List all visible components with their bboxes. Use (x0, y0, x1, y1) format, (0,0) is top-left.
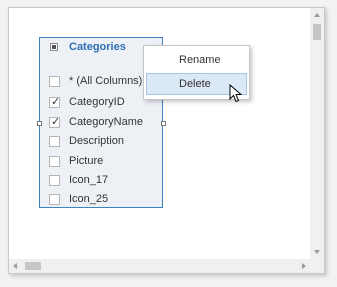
table-title: Categories (69, 41, 126, 53)
checkbox-icon-25[interactable] (49, 194, 60, 205)
checkmark-icon: ✓ (51, 116, 61, 128)
vertical-scrollbar[interactable] (310, 8, 324, 259)
checkbox-icon-17[interactable] (49, 175, 60, 186)
field-label: Icon_25 (69, 193, 109, 205)
checkbox-all-columns[interactable] (49, 76, 60, 87)
vertical-scroll-thumb[interactable] (313, 24, 321, 40)
horizontal-scrollbar[interactable] (9, 259, 310, 273)
select-all-toggle[interactable] (50, 43, 58, 51)
scroll-left-icon[interactable] (13, 263, 17, 269)
checkbox-categoryname[interactable]: ✓ (49, 116, 61, 128)
scroll-up-icon[interactable] (314, 13, 320, 17)
field-label: Picture (69, 155, 104, 167)
field-label: Icon_17 (69, 174, 109, 186)
field-row-description[interactable]: Description (40, 133, 162, 151)
field-label: * (All Columns) (69, 75, 143, 87)
field-label: CategoryID (69, 96, 125, 108)
menu-item-rename[interactable]: Rename (146, 49, 247, 71)
checkbox-description[interactable] (49, 136, 60, 147)
field-row-picture[interactable]: Picture (40, 153, 162, 171)
scrollbar-corner (310, 259, 324, 273)
checkmark-icon: ✓ (51, 96, 61, 108)
field-row-categoryname[interactable]: ✓ CategoryName (40, 114, 162, 132)
horizontal-scroll-thumb[interactable] (25, 262, 41, 270)
scroll-right-icon[interactable] (302, 263, 306, 269)
checkbox-categoryid[interactable]: ✓ (49, 96, 61, 108)
field-row-icon-17[interactable]: Icon_17 (40, 172, 162, 190)
menu-item-label: Delete (179, 78, 211, 90)
scroll-down-icon[interactable] (314, 250, 320, 254)
mouse-cursor-icon (229, 84, 243, 103)
resize-handle-left[interactable] (37, 121, 42, 126)
field-label: Description (69, 135, 125, 147)
checkbox-picture[interactable] (49, 156, 60, 167)
field-label: CategoryName (69, 116, 143, 128)
resize-handle-right[interactable] (161, 121, 166, 126)
menu-item-label: Rename (179, 54, 221, 66)
field-row-icon-25[interactable]: Icon_25 (40, 191, 162, 209)
